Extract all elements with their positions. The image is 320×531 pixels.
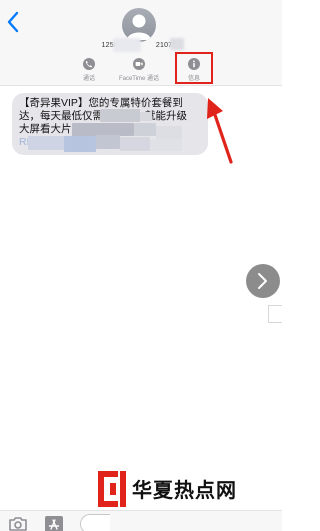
phone-icon	[83, 58, 95, 70]
message-input[interactable]	[80, 514, 110, 531]
facetime-action[interactable]: FaceTime 通话	[109, 58, 169, 82]
camera-icon[interactable]	[8, 517, 28, 531]
next-page-button[interactable]	[246, 264, 280, 298]
edge-handle[interactable]	[268, 305, 282, 323]
redaction-blur	[113, 38, 141, 52]
annotation-highlight-box	[175, 52, 213, 84]
annotation-arrow	[207, 98, 233, 164]
person-silhouette-icon	[127, 14, 151, 40]
video-camera-icon	[133, 58, 145, 70]
huaxia-logo-icon	[98, 471, 126, 507]
chevron-left-icon[interactable]	[6, 11, 20, 33]
messages-screen: 1258 210786 通话 FaceTime 通话 信息 【奇异果VIP】您的…	[0, 0, 282, 531]
facetime-label: FaceTime 通话	[118, 76, 160, 82]
app-store-icon[interactable]	[44, 515, 64, 531]
watermark-text: 华夏热点网	[132, 478, 237, 502]
watermark: 华夏热点网	[98, 469, 274, 509]
redaction-blur	[170, 38, 184, 50]
contact-actions: 通话 FaceTime 通话 信息	[0, 58, 282, 86]
chevron-right-icon	[258, 273, 267, 289]
compose-bar	[0, 510, 282, 531]
conversation-header: 1258 210786 通话 FaceTime 通话 信息	[0, 0, 282, 86]
contact-phone-number[interactable]: 1258 210786	[0, 42, 282, 49]
contact-avatar[interactable]	[122, 8, 156, 42]
